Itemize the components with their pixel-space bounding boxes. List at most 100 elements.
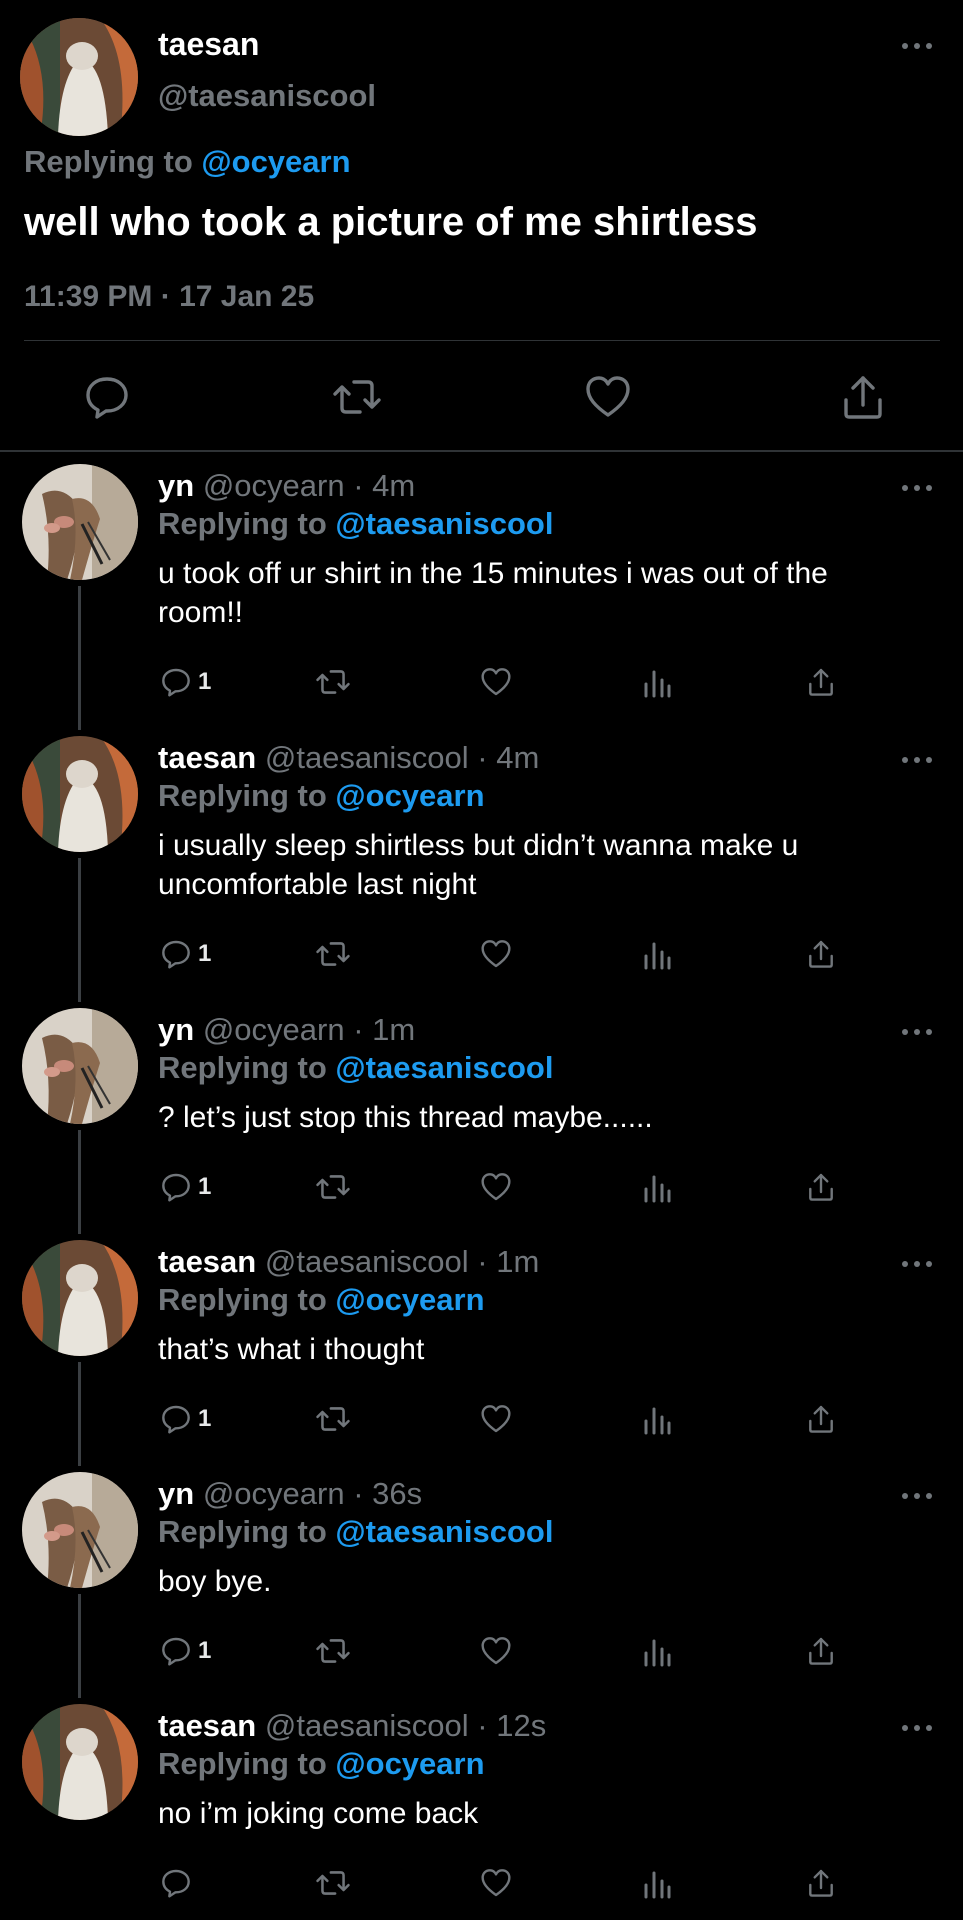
author-name[interactable]: taesan [158,740,256,775]
author-name[interactable]: yn [158,468,194,503]
share-icon[interactable] [804,932,838,976]
avatar-yn[interactable] [22,464,138,580]
reply-button[interactable]: 1 [158,1397,211,1441]
avatar-taesan[interactable] [22,1704,138,1820]
reply-count: 1 [198,1637,212,1664]
views-icon[interactable] [642,932,672,976]
like-icon[interactable] [581,370,635,424]
replying-to: Replying to @ocyearn [158,1746,485,1782]
reply-actions: 1 [158,1629,858,1673]
retweet-icon[interactable] [314,1629,352,1673]
views-icon[interactable] [642,1861,672,1905]
reply-time[interactable]: · 1m [353,1012,415,1047]
author-name[interactable]: yn [158,1012,194,1047]
reply-tweet[interactable]: yn @ocyearn · 4m Replying to @taesaniscoo… [0,464,963,730]
share-icon[interactable] [836,370,890,424]
retweet-icon[interactable] [314,1861,352,1905]
more-options-icon[interactable] [897,478,937,498]
author-handle[interactable]: @taesaniscool [158,78,376,114]
replying-mention[interactable]: @ocyearn [335,778,484,813]
share-icon[interactable] [804,1861,838,1905]
reply-icon [158,1401,194,1437]
thread-line [78,586,81,730]
author-name[interactable]: taesan [158,26,259,63]
reply-time[interactable]: · 36s [353,1476,422,1511]
divider [24,340,940,341]
reply-tweet[interactable]: taesan @taesaniscool · 4m Replying to @oc… [0,736,963,1002]
replying-mention[interactable]: @taesaniscool [335,1514,553,1549]
author-name[interactable]: yn [158,1476,194,1511]
avatar-taesan[interactable] [22,1240,138,1356]
like-icon[interactable] [478,660,514,704]
reply-button[interactable]: 1 [158,932,211,976]
reply-icon [158,1865,194,1901]
like-icon[interactable] [478,1629,514,1673]
more-options-icon[interactable] [897,1254,937,1274]
author-handle[interactable]: @ocyearn [203,1012,345,1047]
share-icon[interactable] [804,660,838,704]
reply-count: 1 [198,1405,212,1432]
reply-button[interactable]: 1 [158,1629,211,1673]
more-options-icon[interactable] [897,36,937,56]
replying-mention[interactable]: @taesaniscool [335,1050,553,1085]
author-handle[interactable]: @ocyearn [203,468,345,503]
views-icon[interactable] [642,660,672,704]
replying-prefix: Replying to [158,1050,327,1085]
like-icon[interactable] [478,1397,514,1441]
author-handle[interactable]: @taesaniscool [265,1244,469,1279]
more-options-icon[interactable] [897,750,937,770]
reply-tweet[interactable]: taesan @taesaniscool · 1m Replying to @oc… [0,1240,963,1466]
views-icon[interactable] [642,1397,672,1441]
retweet-icon[interactable] [314,660,352,704]
reply-time[interactable]: · 4m [477,740,539,775]
reply-text: ? let’s just stop this thread maybe.....… [158,1101,653,1134]
replying-mention[interactable]: @ocyearn [335,1746,484,1781]
reply-button[interactable]: 1 [158,1165,211,1209]
reply-time[interactable]: · 4m [353,468,415,503]
more-options-icon[interactable] [897,1718,937,1738]
replying-to: Replying to @ocyearn [158,778,485,814]
reply-time[interactable]: · 1m [477,1244,539,1279]
retweet-icon[interactable] [314,932,352,976]
tweet-timestamp[interactable]: 11:39 PM · 17 Jan 25 [24,280,314,314]
more-options-icon[interactable] [897,1022,937,1042]
avatar-taesan[interactable] [22,736,138,852]
views-icon[interactable] [642,1629,672,1673]
replying-mention[interactable]: @ocyearn [201,144,350,179]
replying-mention[interactable]: @taesaniscool [335,506,553,541]
avatar-yn[interactable] [22,1008,138,1124]
author-handle[interactable]: @taesaniscool [265,1708,469,1743]
like-icon[interactable] [478,932,514,976]
reply-icon[interactable] [80,370,134,424]
views-icon[interactable] [642,1165,672,1209]
retweet-icon[interactable] [314,1397,352,1441]
reply-tweet[interactable]: yn @ocyearn · 36s Replying to @taesanisco… [0,1472,963,1698]
replying-mention[interactable]: @ocyearn [335,1282,484,1317]
retweet-icon[interactable] [330,370,384,424]
reply-icon [158,1169,194,1205]
author-name[interactable]: taesan [158,1708,256,1743]
reply-button[interactable] [158,1861,198,1905]
author-handle[interactable]: @ocyearn [203,1476,345,1511]
reply-time[interactable]: · 12s [477,1708,546,1743]
replying-prefix: Replying to [158,778,327,813]
reply-button[interactable]: 1 [158,660,211,704]
reply-icon [158,1633,194,1669]
like-icon[interactable] [478,1165,514,1209]
author-name[interactable]: taesan [158,1244,256,1279]
share-icon[interactable] [804,1165,838,1209]
like-icon[interactable] [478,1861,514,1905]
reply-tweet[interactable]: taesan @taesaniscool · 12s Replying to @o… [0,1704,963,1905]
reply-tweet[interactable]: yn @ocyearn · 1m Replying to @taesaniscoo… [0,1008,963,1234]
avatar-yn[interactable] [22,1472,138,1588]
more-options-icon[interactable] [897,1486,937,1506]
main-tweet[interactable]: taesan @taesaniscool Replying to @ocyear… [0,0,963,452]
retweet-icon[interactable] [314,1165,352,1209]
reply-count: 1 [198,668,212,695]
share-icon[interactable] [804,1629,838,1673]
share-icon[interactable] [804,1397,838,1441]
author-handle[interactable]: @taesaniscool [265,740,469,775]
replying-prefix: Replying to [24,144,193,179]
thread-line [78,1362,81,1466]
avatar-taesan[interactable] [20,18,138,136]
